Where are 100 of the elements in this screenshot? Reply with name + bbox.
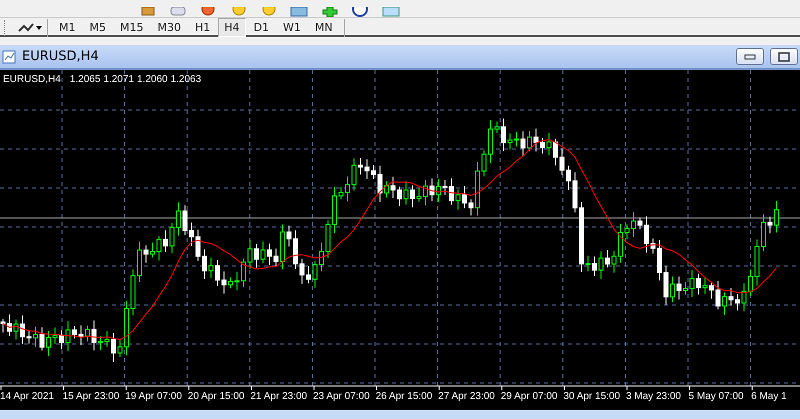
candle — [202, 248, 207, 280]
price-value: 1.2063 — [170, 74, 202, 85]
timeframe-button[interactable]: D1 — [248, 18, 276, 37]
candle — [286, 225, 292, 248]
candle — [754, 238, 760, 286]
candle — [514, 131, 519, 147]
candle — [436, 178, 441, 202]
time-label: 29 Apr 07:00 — [500, 391, 558, 402]
candle — [20, 314, 25, 345]
price-value: 1.2065 — [70, 74, 100, 85]
timeframe-button[interactable]: M15 — [114, 18, 150, 37]
candle — [254, 243, 259, 268]
candle — [130, 269, 136, 316]
candle — [404, 180, 408, 206]
candle — [208, 257, 214, 279]
time-label: 21 Apr 23:00 — [250, 391, 308, 402]
candle — [618, 223, 623, 264]
time-label: 26 Apr 15:00 — [376, 391, 434, 402]
candle — [196, 229, 200, 262]
window-title: EURUSD,H4 — [22, 49, 100, 64]
candle — [488, 120, 493, 164]
time-label: 20 Apr 15:00 — [188, 391, 246, 402]
candle — [14, 319, 18, 340]
candle — [553, 138, 558, 166]
timeframe-button[interactable]: W1 — [277, 18, 307, 37]
candle — [397, 186, 402, 207]
candle — [26, 330, 32, 344]
price-value: 1.2060 — [136, 74, 168, 85]
candle — [716, 280, 720, 310]
candle — [300, 258, 304, 284]
candle — [657, 240, 662, 281]
candle — [92, 320, 96, 351]
time-label: 6 May 1 — [751, 391, 788, 402]
candle — [150, 242, 155, 258]
candle — [176, 202, 181, 236]
candle — [319, 242, 324, 272]
candle — [384, 180, 389, 198]
candle — [624, 224, 630, 240]
time-label: 30 Apr 15:00 — [563, 391, 622, 402]
candle — [430, 178, 434, 202]
time-label: 23 Apr 07:00 — [312, 391, 371, 402]
candle — [735, 294, 740, 311]
candle — [7, 314, 12, 336]
candle — [163, 230, 168, 252]
candle — [0, 318, 6, 333]
candle — [189, 222, 194, 246]
candle — [644, 216, 649, 254]
candle — [182, 204, 188, 236]
maximize-button[interactable] — [770, 48, 798, 65]
candle — [638, 217, 642, 230]
candle — [66, 320, 70, 352]
timeframe-button[interactable]: M1 — [53, 18, 82, 37]
candle — [222, 270, 226, 294]
candle — [456, 189, 460, 210]
candle — [306, 266, 311, 284]
candle — [540, 138, 545, 154]
timeframe-button[interactable]: M30 — [152, 18, 187, 37]
candle — [605, 250, 610, 268]
timeframe-button[interactable]: H1 — [189, 18, 216, 37]
candle — [468, 198, 474, 216]
plus-icon[interactable] — [322, 7, 338, 17]
candle — [137, 241, 142, 283]
candle — [267, 243, 272, 266]
candle — [670, 276, 675, 303]
price-value: 1.2071 — [103, 74, 134, 85]
chart-symbol: EURUSD,H4 — [3, 74, 61, 85]
candle — [410, 184, 415, 208]
minimize-button[interactable] — [736, 48, 764, 65]
candle — [170, 222, 174, 254]
timeframe-button[interactable]: MN — [308, 18, 339, 37]
candle — [364, 158, 370, 180]
time-label: 3 May 23:00 — [626, 391, 682, 402]
candle — [612, 250, 616, 274]
candle — [144, 244, 148, 264]
candle — [72, 326, 77, 339]
time-label: 27 Apr 23:00 — [438, 391, 496, 402]
candle — [40, 326, 44, 351]
candle — [592, 256, 597, 276]
candle — [560, 148, 564, 176]
candle — [527, 130, 532, 152]
candle — [520, 130, 526, 158]
candle — [462, 185, 467, 209]
chart-type-icon[interactable] — [17, 22, 43, 34]
candle — [390, 176, 396, 199]
candle — [774, 200, 779, 233]
candle — [598, 250, 604, 280]
candle — [312, 260, 318, 288]
candle — [546, 132, 552, 156]
candle — [326, 220, 330, 258]
timeframe-button[interactable]: M5 — [84, 18, 112, 37]
chart-window-icon — [2, 50, 16, 64]
candle — [676, 276, 682, 300]
candle — [358, 158, 363, 175]
candle — [566, 165, 571, 190]
candle — [579, 201, 584, 273]
timeframe-button[interactable]: H4 — [218, 18, 246, 37]
candle — [111, 332, 116, 362]
candle — [709, 282, 714, 300]
candle — [534, 128, 538, 152]
candle — [248, 239, 252, 270]
